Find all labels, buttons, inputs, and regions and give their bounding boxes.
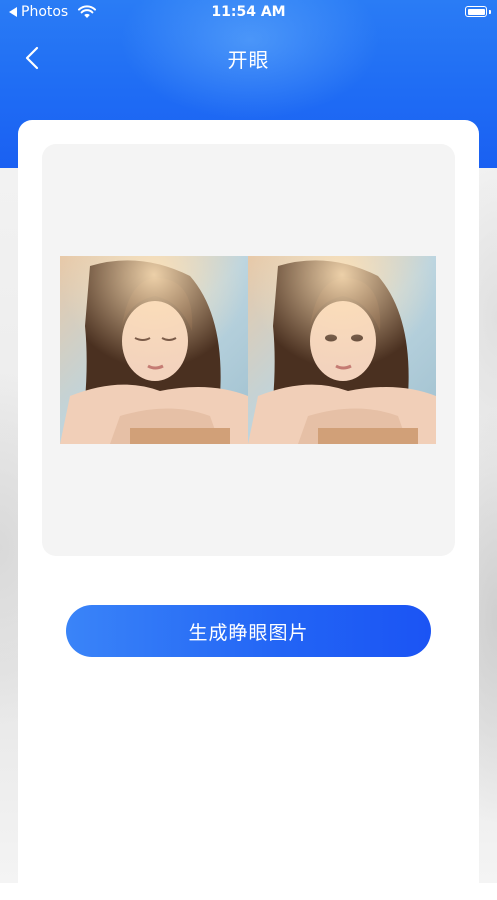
before-photo bbox=[60, 256, 248, 444]
image-preview-panel bbox=[42, 144, 455, 556]
battery-tip bbox=[489, 10, 491, 14]
after-photo bbox=[248, 256, 436, 444]
page-title: 开眼 bbox=[227, 48, 270, 72]
battery-level bbox=[467, 8, 485, 15]
status-bar: Photos 11:54 AM bbox=[0, 0, 497, 26]
status-time: 11:54 AM bbox=[211, 4, 286, 20]
content-card: 生成睁眼图片 bbox=[18, 120, 479, 900]
battery-icon bbox=[465, 6, 487, 17]
generate-open-eyes-button[interactable]: 生成睁眼图片 bbox=[66, 605, 431, 657]
